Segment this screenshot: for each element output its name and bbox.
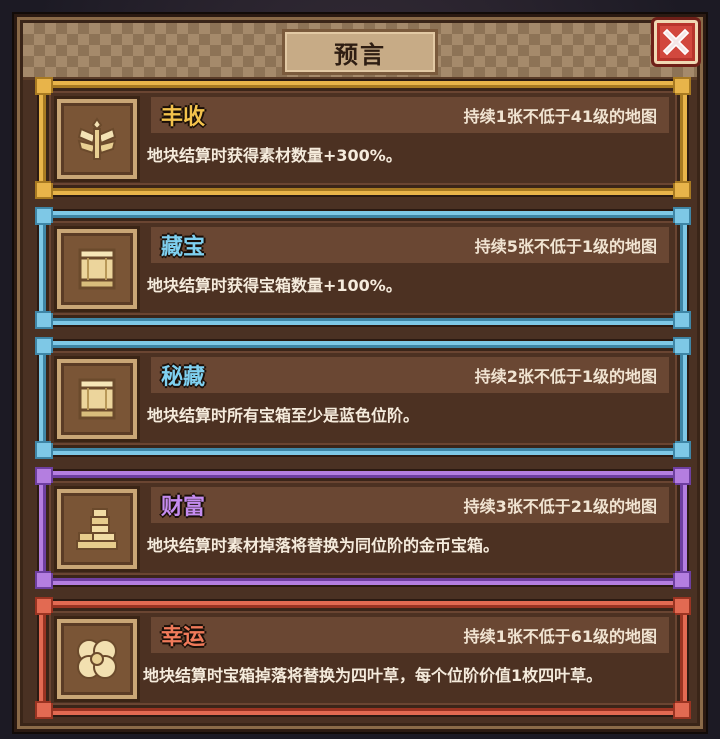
frame-corner — [673, 597, 691, 615]
card-name: 幸运 — [161, 625, 206, 650]
frame-corner — [673, 441, 691, 459]
frame-corner — [673, 701, 691, 719]
prophecy-card-harvest[interactable]: 丰收 持续1张不低于41级的地图 地块结算时获得素材数量+300%。 — [35, 77, 691, 199]
frame-corner — [673, 467, 691, 485]
wheat-icon — [77, 117, 117, 160]
card-condition: 持续1张不低于41级的地图 — [463, 107, 657, 126]
card-description: 地块结算时素材掉落将替换为同位阶的金币宝箱。 — [147, 536, 500, 555]
card-description: 地块结算时所有宝箱至少是蓝色位阶。 — [147, 406, 420, 425]
card-name: 秘藏 — [161, 365, 206, 390]
card-condition: 持续3张不低于21级的地图 — [463, 497, 657, 516]
frame-corner — [673, 571, 691, 589]
card-description: 地块结算时宝箱掉落将替换为四叶草，每个位阶价值1枚四叶草。 — [143, 666, 603, 685]
card-header: 秘藏 持续2张不低于1级的地图 — [151, 357, 669, 393]
card-condition: 持续1张不低于61级的地图 — [463, 627, 657, 646]
frame-corner — [35, 311, 53, 329]
card-icon-frame — [57, 489, 137, 569]
frame-corner — [673, 311, 691, 329]
close-x-icon — [662, 28, 690, 56]
card-icon-frame — [57, 619, 137, 699]
prophecy-card-hidden-treasure[interactable]: 藏宝 持续5张不低于1级的地图 地块结算时获得宝箱数量+100%。 — [35, 207, 691, 329]
coin-stack-icon — [76, 508, 118, 550]
four-leaf-clover-icon — [77, 639, 117, 679]
frame-corner — [673, 207, 691, 225]
treasure-chest-icon — [78, 378, 116, 420]
prophecy-card-secret-hoard[interactable]: 秘藏 持续2张不低于1级的地图 地块结算时所有宝箱至少是蓝色位阶。 — [35, 337, 691, 459]
treasure-chest-icon — [78, 248, 116, 290]
card-header: 幸运 持续1张不低于61级的地图 — [151, 617, 669, 653]
frame-corner — [673, 77, 691, 95]
card-description: 地块结算时获得素材数量+300%。 — [147, 146, 402, 165]
frame-corner — [35, 181, 53, 199]
card-header: 丰收 持续1张不低于41级的地图 — [151, 97, 669, 133]
frame-corner — [35, 701, 53, 719]
close-button[interactable] — [651, 17, 701, 67]
prophecy-card-wealth[interactable]: 财富 持续3张不低于21级的地图 地块结算时素材掉落将替换为同位阶的金币宝箱。 — [35, 467, 691, 589]
card-header: 藏宝 持续5张不低于1级的地图 — [151, 227, 669, 263]
card-name: 财富 — [161, 495, 206, 520]
frame-corner — [673, 181, 691, 199]
game-screen: 预言 丰收 持续1张不低于41级的地图 地块结算时获得素材数量+300%。 藏宝… — [0, 0, 720, 739]
dialog-title: 预言 — [334, 40, 386, 69]
card-icon-frame — [57, 359, 137, 439]
card-condition: 持续5张不低于1级的地图 — [474, 237, 657, 256]
card-icon-frame — [57, 99, 137, 179]
prophecy-dialog: 预言 丰收 持续1张不低于41级的地图 地块结算时获得素材数量+300%。 藏宝… — [14, 14, 706, 732]
frame-corner — [35, 571, 53, 589]
dialog-header: 预言 — [23, 17, 701, 80]
card-name: 丰收 — [161, 105, 206, 130]
prophecy-card-luck[interactable]: 幸运 持续1张不低于61级的地图 地块结算时宝箱掉落将替换为四叶草，每个位阶价值… — [35, 597, 691, 719]
card-name: 藏宝 — [161, 235, 206, 260]
frame-corner — [35, 441, 53, 459]
card-condition: 持续2张不低于1级的地图 — [474, 367, 657, 386]
title-plate: 预言 — [282, 29, 438, 75]
frame-corner — [673, 337, 691, 355]
card-icon-frame — [57, 229, 137, 309]
card-description: 地块结算时获得宝箱数量+100%。 — [147, 276, 402, 295]
card-header: 财富 持续3张不低于21级的地图 — [151, 487, 669, 523]
